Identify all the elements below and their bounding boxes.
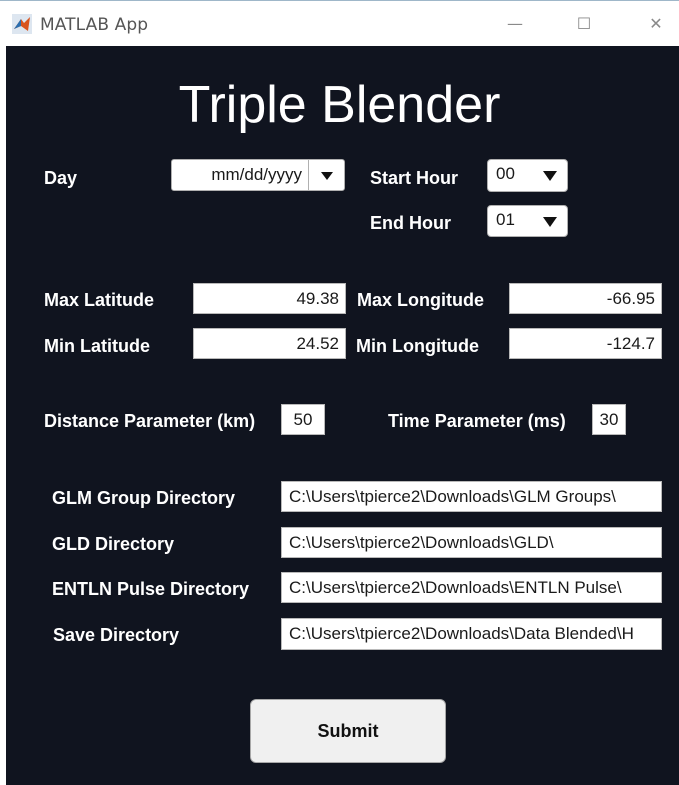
submit-button[interactable]: Submit <box>250 699 446 763</box>
distance-parameter-label: Distance Parameter (km) <box>44 411 256 431</box>
save-directory-field[interactable]: C:\Users\tpierce2\Downloads\Data Blended… <box>281 618 662 650</box>
chevron-down-icon <box>543 171 557 181</box>
window-title: MATLAB App <box>40 15 149 35</box>
chevron-down-icon <box>543 217 557 227</box>
entln-pulse-directory-field[interactable]: C:\Users\tpierce2\Downloads\ENTLN Pulse\ <box>281 572 662 603</box>
max-latitude-label: Max Latitude <box>44 290 155 310</box>
day-label: Day <box>44 168 78 188</box>
glm-group-directory-label: GLM Group Directory <box>52 488 236 508</box>
max-latitude-field[interactable]: 49.38 <box>193 283 346 314</box>
save-directory-label: Save Directory <box>53 625 180 645</box>
glm-group-directory-field[interactable]: C:\Users\tpierce2\Downloads\GLM Groups\ <box>281 481 662 512</box>
start-hour-dropdown[interactable]: 00 <box>487 159 568 192</box>
maximize-button[interactable]: ☐ <box>564 9 604 39</box>
matlab-logo-icon <box>12 14 32 34</box>
max-longitude-field[interactable]: -66.95 <box>509 283 662 314</box>
close-button[interactable]: ✕ <box>636 9 676 39</box>
gld-directory-field[interactable]: C:\Users\tpierce2\Downloads\GLD\ <box>281 527 662 558</box>
day-date-value: mm/dd/yyyy <box>211 165 302 184</box>
app-heading: Triple Blender <box>178 76 501 134</box>
entln-pulse-directory-label: ENTLN Pulse Directory <box>52 579 250 599</box>
start-hour-value: 00 <box>496 164 515 183</box>
day-date-picker[interactable]: mm/dd/yyyy <box>171 159 345 191</box>
end-hour-label: End Hour <box>370 213 451 233</box>
minimize-button[interactable]: — <box>495 9 535 39</box>
time-parameter-label: Time Parameter (ms) <box>388 411 566 431</box>
gld-directory-label: GLD Directory <box>52 534 175 554</box>
start-hour-label: Start Hour <box>370 168 459 188</box>
max-longitude-label: Max Longitude <box>357 290 484 310</box>
min-longitude-field[interactable]: -124.7 <box>509 328 662 359</box>
date-picker-divider <box>308 160 309 190</box>
calendar-dropdown-icon[interactable] <box>321 172 333 180</box>
min-latitude-field[interactable]: 24.52 <box>193 328 346 359</box>
min-longitude-label: Min Longitude <box>356 336 479 356</box>
time-parameter-field[interactable]: 30 <box>592 404 626 435</box>
window-titlebar: MATLAB App — ☐ ✕ <box>0 0 679 46</box>
distance-parameter-field[interactable]: 50 <box>281 404 325 435</box>
min-latitude-label: Min Latitude <box>44 336 150 356</box>
end-hour-dropdown[interactable]: 01 <box>487 205 568 237</box>
end-hour-value: 01 <box>496 210 515 229</box>
